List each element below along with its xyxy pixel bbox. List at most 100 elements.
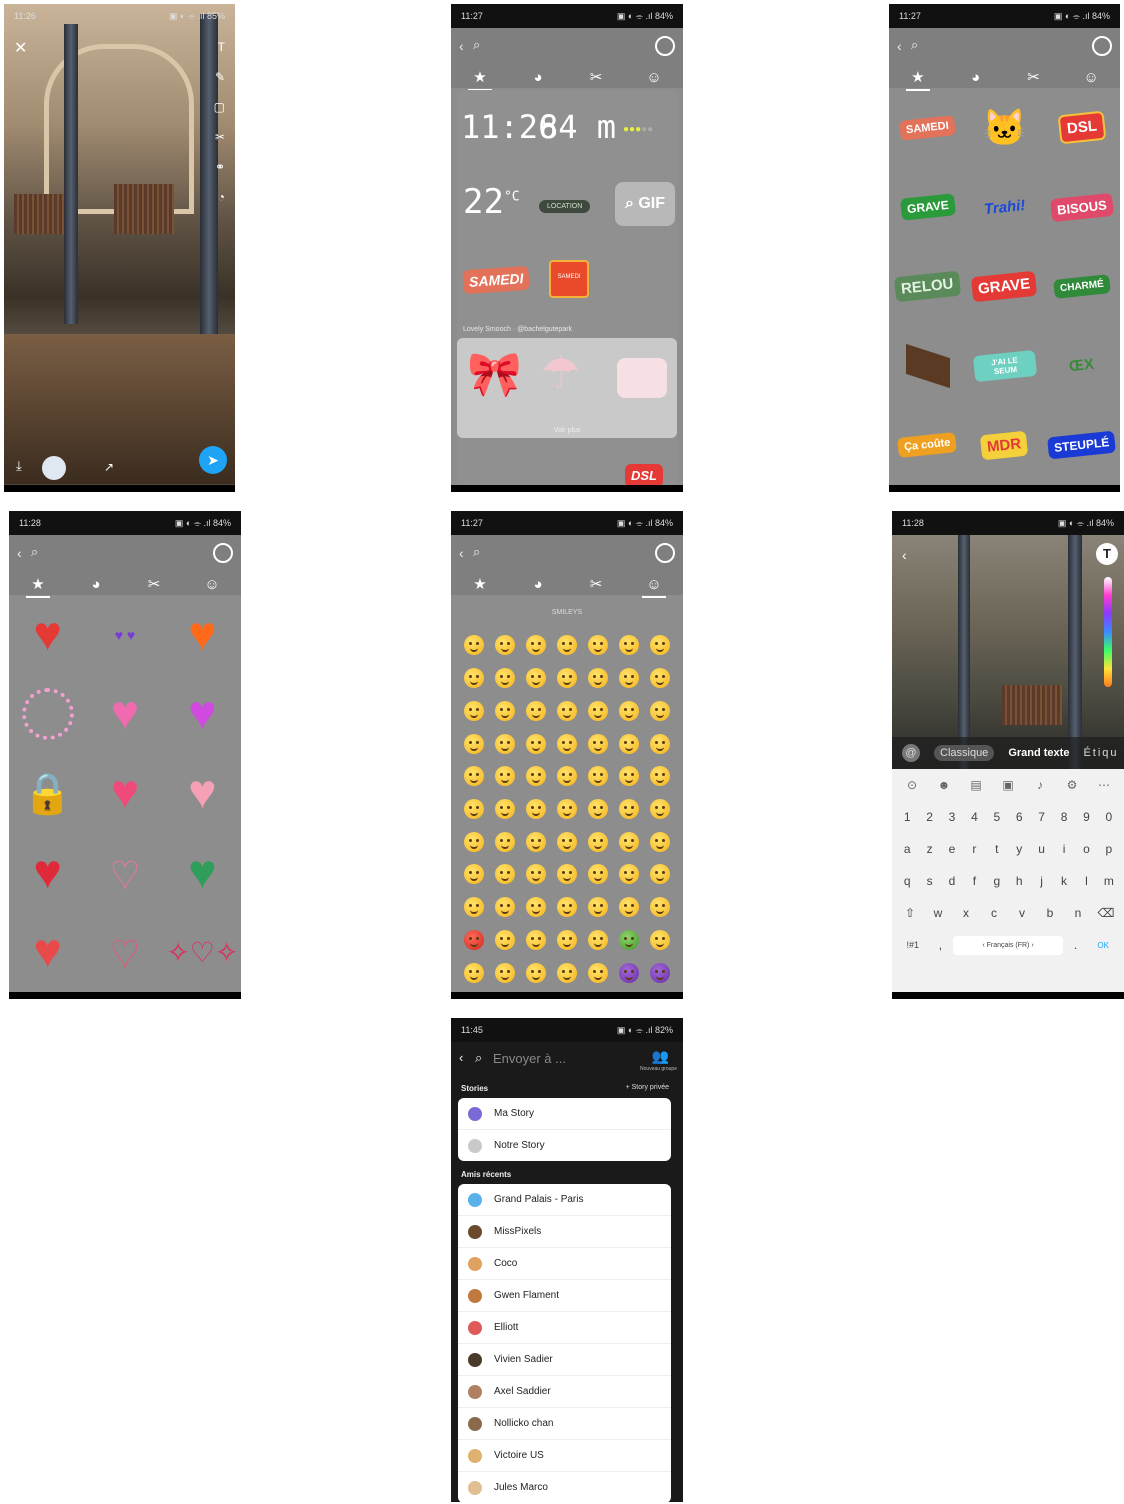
location-sticker[interactable]: LOCATION	[539, 200, 591, 213]
key[interactable]: b	[1036, 906, 1064, 920]
tab-emoji-icon[interactable]: ☺	[634, 69, 674, 86]
key[interactable]: 9	[1075, 810, 1097, 824]
emoji-cell[interactable]	[459, 760, 490, 793]
emoji-cell[interactable]	[552, 891, 583, 924]
search-input[interactable]: Envoyer à ...	[493, 1051, 566, 1066]
tab-recent-icon[interactable]: ◕	[518, 69, 558, 86]
bow-sticker[interactable]: 🎀	[467, 348, 522, 400]
emoji-cell[interactable]	[644, 662, 675, 695]
emoji-cell[interactable]	[644, 793, 675, 826]
key[interactable]: k	[1053, 874, 1075, 888]
emoji-cell[interactable]	[613, 793, 644, 826]
emoji-cell[interactable]	[582, 793, 613, 826]
private-story-button[interactable]: + Story privée	[626, 1084, 669, 1091]
purple-heart-icon[interactable]: ♥	[188, 690, 217, 738]
mic-icon[interactable]: ♪	[1024, 778, 1056, 792]
send-button[interactable]: ➤	[199, 446, 227, 474]
emoji-cell[interactable]	[613, 662, 644, 695]
tab-recent-icon[interactable]: ◕	[76, 576, 116, 593]
new-group-label[interactable]: Nouveau groupe	[640, 1066, 677, 1072]
style-label[interactable]: Étiqu	[1083, 747, 1118, 759]
word-sticker[interactable]: GRAVE	[971, 270, 1038, 303]
emoji-cell[interactable]	[613, 825, 644, 858]
emoji-cell[interactable]	[582, 891, 613, 924]
camera-roll-icon[interactable]	[655, 543, 675, 563]
emoji-cell[interactable]	[582, 858, 613, 891]
tv-sticker[interactable]: SAMEDI	[549, 260, 589, 298]
contact-row[interactable]: Notre Story	[458, 1130, 671, 1161]
emoji-cell[interactable]	[613, 694, 644, 727]
save-icon[interactable]: ⤓	[16, 458, 22, 474]
emoji-cell[interactable]	[459, 727, 490, 760]
tab-favorites-icon[interactable]: ★	[898, 68, 938, 91]
key[interactable]: ⇧	[896, 906, 924, 920]
emoji-cell[interactable]	[521, 891, 552, 924]
emoji-cell[interactable]	[521, 760, 552, 793]
tab-scissors-icon[interactable]: ✂	[134, 575, 174, 593]
key[interactable]: 1	[896, 810, 918, 824]
key[interactable]: j	[1030, 874, 1052, 888]
emoji-cell[interactable]	[459, 858, 490, 891]
more-icon[interactable]: ⋯	[1088, 778, 1120, 792]
timer-tool-icon[interactable]: ◔	[218, 190, 225, 204]
tab-scissors-icon[interactable]: ✂	[1013, 68, 1053, 86]
emoji-cell[interactable]	[582, 727, 613, 760]
altitude-sticker[interactable]: 84 m	[539, 108, 616, 146]
samedi-sticker[interactable]: SAMEDI	[462, 265, 531, 295]
emoji-cell[interactable]	[459, 662, 490, 695]
gif-key-icon[interactable]: ▤	[960, 778, 992, 792]
search-icon[interactable]: ⌕	[31, 544, 38, 560]
key[interactable]: c	[980, 906, 1008, 920]
key[interactable]: f	[963, 874, 985, 888]
gif-button[interactable]: ⌕ GIF	[615, 182, 675, 226]
key[interactable]: r	[963, 842, 985, 856]
emoji-cell[interactable]	[521, 662, 552, 695]
close-icon[interactable]: ✕	[14, 38, 27, 58]
contact-row[interactable]: Ma Story	[458, 1098, 671, 1130]
emoji-cell[interactable]	[552, 825, 583, 858]
key[interactable]: 7	[1030, 810, 1052, 824]
emoji-cell[interactable]	[521, 858, 552, 891]
color-slider[interactable]	[1104, 577, 1112, 687]
emoji-cell[interactable]	[613, 727, 644, 760]
contact-row[interactable]: Axel Saddier	[458, 1376, 671, 1408]
dsl-sticker[interactable]: DSL	[625, 464, 663, 487]
winged-heart-icon[interactable]: ♥	[188, 769, 217, 817]
search-icon[interactable]: ⌕	[911, 37, 918, 53]
emoji-cell[interactable]	[582, 956, 613, 989]
emoji-cell[interactable]	[552, 694, 583, 727]
new-group-icon[interactable]: 👥	[652, 1048, 669, 1065]
contact-row[interactable]: Nollicko chan	[458, 1408, 671, 1440]
emoji-cell[interactable]	[521, 694, 552, 727]
battery-sticker[interactable]: ●●●●●	[623, 124, 653, 135]
emoji-cell[interactable]	[459, 694, 490, 727]
arrow-heart-icon[interactable]: ♥	[33, 848, 62, 897]
fire-heart-icon[interactable]: ♥	[188, 610, 217, 659]
period-key[interactable]: .	[1067, 938, 1085, 952]
emoji-cell[interactable]	[613, 956, 644, 989]
emoji-cell[interactable]	[644, 727, 675, 760]
tab-favorites-icon[interactable]: ★	[18, 575, 58, 598]
emoji-cell[interactable]	[552, 793, 583, 826]
word-sticker[interactable]: GRAVE	[899, 193, 956, 221]
contact-row[interactable]: Coco	[458, 1248, 671, 1280]
emoji-cell[interactable]	[459, 629, 490, 662]
tab-recent-icon[interactable]: ◕	[956, 69, 996, 86]
contact-row[interactable]: Jules Marco	[458, 1472, 671, 1502]
camera-roll-icon[interactable]	[655, 36, 675, 56]
emoji-cell[interactable]	[490, 858, 521, 891]
emoji-cell[interactable]	[521, 924, 552, 957]
emoji-cell[interactable]	[490, 662, 521, 695]
word-sticker[interactable]: Trahi!	[977, 192, 1033, 222]
share-icon[interactable]: ↗	[104, 460, 114, 474]
back-icon[interactable]: ‹	[459, 1050, 463, 1065]
emoji-cell[interactable]	[490, 727, 521, 760]
word-sticker[interactable]: MDR	[980, 430, 1029, 461]
story-icon[interactable]	[42, 456, 66, 480]
key[interactable]: n	[1064, 906, 1092, 920]
emoji-cell[interactable]	[490, 956, 521, 989]
tab-emoji-icon[interactable]: ☺	[634, 576, 674, 598]
key[interactable]: s	[918, 874, 940, 888]
emoji-cell[interactable]	[613, 858, 644, 891]
emoji-cell[interactable]	[582, 629, 613, 662]
